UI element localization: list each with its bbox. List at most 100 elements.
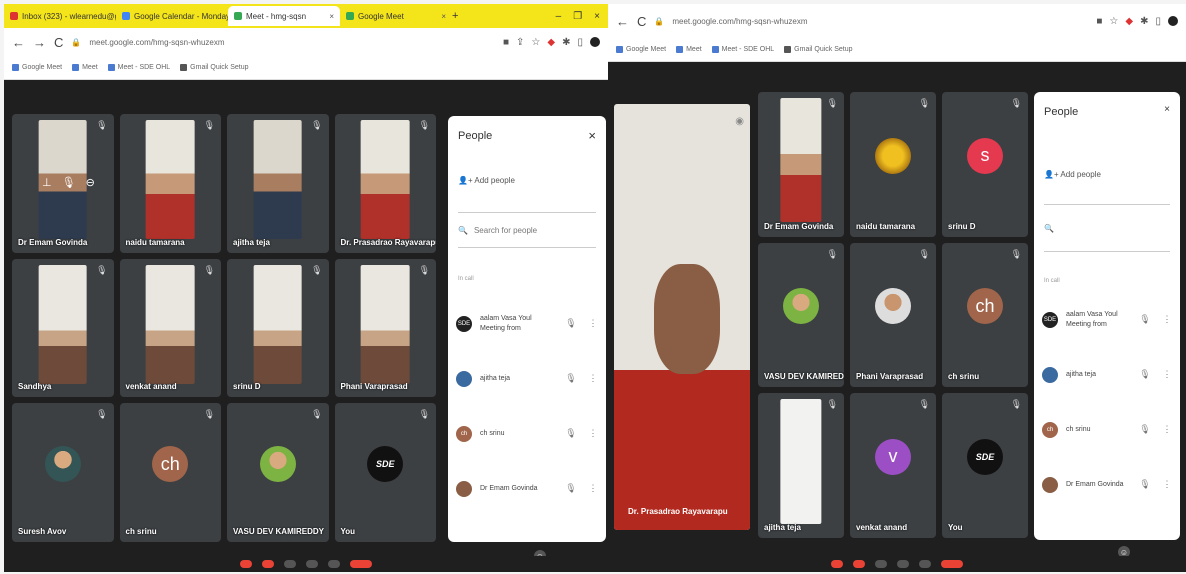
list-item[interactable]: ch ch srinu 🎙 ⋮ (1042, 402, 1174, 457)
tab-meet[interactable]: Meet - hmg-sqsn × (228, 6, 340, 26)
puzzle-icon[interactable]: ✱ (1140, 16, 1148, 27)
tab-calendar[interactable]: Google Calendar - Monday, N× (116, 6, 228, 26)
bookmark[interactable]: Gmail Quick Setup (784, 46, 853, 53)
more-icon[interactable]: ⋮ (586, 483, 600, 494)
participant-tile[interactable]: 🎙 Dr. Prasadrao Rayavarapu (334, 114, 436, 253)
close-window-icon[interactable]: × (594, 11, 600, 22)
mic-off-icon[interactable]: 🎙 (1138, 369, 1152, 380)
more-icon[interactable]: ⋮ (1160, 369, 1174, 380)
more-icon[interactable]: ⋮ (1160, 479, 1174, 490)
list-item[interactable]: SDE aalam Vasa Youl Meeting from 🎙 ⋮ (1042, 292, 1174, 347)
more-icon[interactable]: ⋮ (586, 318, 600, 329)
mic-button[interactable] (831, 560, 843, 568)
list-item[interactable]: ajitha teja 🎙 ⋮ (1042, 347, 1174, 402)
mute-icon[interactable]: 🎙 (62, 176, 76, 189)
close-icon[interactable]: × (1164, 104, 1170, 115)
participant-tile[interactable]: 🎙 srinu D (227, 258, 329, 398)
more-icon[interactable]: ⋮ (586, 373, 600, 384)
captions-button[interactable] (284, 560, 296, 568)
sidebar-icon[interactable]: ▯ (577, 37, 583, 48)
more-icon[interactable]: ⋮ (586, 428, 600, 439)
back-icon[interactable]: ← (12, 35, 25, 50)
participant-tile[interactable]: 🎙 venkat anand (119, 258, 221, 398)
profile-icon[interactable] (1168, 16, 1178, 26)
list-item[interactable]: Dr Emam Govinda 🎙 ⋮ (456, 461, 600, 516)
mic-off-icon[interactable]: 🎙 (564, 428, 578, 439)
participant-tile[interactable]: v 🎙 venkat anand (850, 393, 936, 538)
tab-inbox[interactable]: Inbox (323) - wlearnedu@gmai× (4, 6, 116, 26)
url-field[interactable]: meet.google.com/hmg-sqsn-whuzexm (672, 17, 1088, 26)
bookmark[interactable]: Meet (72, 64, 98, 71)
close-icon[interactable]: × (441, 12, 446, 21)
search-people-input[interactable]: 🔍 (1044, 204, 1170, 252)
list-item[interactable]: ch ch srinu 🎙 ⋮ (456, 406, 600, 461)
present-button[interactable] (306, 560, 318, 568)
tab-google-meet[interactable]: Google Meet × (340, 6, 452, 26)
remove-icon[interactable]: ⊖ (86, 176, 95, 189)
participant-tile[interactable]: s 🎙 srinu D (942, 92, 1028, 237)
participant-tile[interactable]: 🎙 naidu tamarana (119, 114, 221, 253)
captions-button[interactable] (875, 560, 887, 568)
mic-button[interactable] (240, 560, 252, 568)
participant-tile[interactable]: 🎙VASU DEV KAMIREDDY (758, 242, 844, 388)
camera-icon[interactable]: ■ (503, 37, 509, 48)
back-icon[interactable]: ← (616, 14, 629, 29)
participant-tile[interactable]: 🎙 ajitha teja (227, 114, 329, 253)
puzzle-icon[interactable]: ✱ (562, 37, 570, 48)
more-icon[interactable]: ⋮ (1160, 424, 1174, 435)
present-button[interactable] (897, 560, 909, 568)
leave-call-button[interactable] (941, 560, 963, 568)
participant-tile[interactable]: 🎙 naidu tamarana (850, 92, 936, 237)
star-icon[interactable]: ☆ (1109, 16, 1118, 27)
bookmark[interactable]: Google Meet (12, 64, 62, 71)
participant-tile-self[interactable]: SDE 🎙 You (334, 403, 436, 542)
close-icon[interactable]: × (329, 12, 334, 21)
list-item[interactable]: SDE aalam Vasa Youl Meeting from 🎙 ⋮ (456, 296, 600, 351)
sidebar-icon[interactable]: ▯ (1155, 16, 1161, 27)
participant-tile[interactable]: ch 🎙 ch srinu (942, 242, 1028, 388)
bookmark[interactable]: Gmail Quick Setup (180, 64, 249, 71)
list-item[interactable]: ajitha teja 🎙 ⋮ (456, 351, 600, 406)
extension-icon[interactable]: ◆ (547, 37, 555, 48)
camera-icon[interactable]: ■ (1096, 16, 1102, 27)
participant-tile[interactable]: 🎙 Phani Varaprasad (334, 258, 436, 398)
new-tab-icon[interactable]: + (452, 10, 458, 22)
search-people-input[interactable]: 🔍 Search for people (458, 212, 596, 248)
close-icon[interactable]: × (588, 128, 596, 143)
add-people-button[interactable]: 👤+ Add people (458, 176, 515, 185)
url-field[interactable]: meet.google.com/hmg-sqsn-whuzexm (89, 38, 495, 47)
participant-tile[interactable]: 🎙 ⊥ 🎙 ⊖ Dr Emam Govinda (12, 114, 114, 253)
forward-icon[interactable]: → (33, 35, 46, 50)
mic-off-icon[interactable]: 🎙 (1138, 424, 1152, 435)
mic-off-icon[interactable]: 🎙 (1138, 314, 1152, 325)
participant-tile[interactable]: 🎙 Dr Emam Govinda (758, 92, 844, 237)
bookmark[interactable]: Meet - SDE OHL (107, 64, 170, 71)
mic-off-icon[interactable]: 🎙 (564, 318, 578, 329)
participant-tile-self[interactable]: SDE 🎙 You (942, 393, 1028, 538)
bookmark[interactable]: Meet - SDE OHL (711, 46, 774, 53)
featured-speaker-tile[interactable]: ◉ Dr. Prasadrao Rayavarapu (614, 104, 750, 530)
add-people-button[interactable]: 👤+ Add people (1044, 170, 1101, 179)
mic-off-icon[interactable]: 🎙 (564, 483, 578, 494)
participant-tile[interactable]: 🎙 ajitha teja (758, 393, 844, 538)
participant-tile[interactable]: 🎙 Sandhya (12, 258, 114, 398)
maximize-icon[interactable]: ❐ (573, 11, 582, 22)
profile-icon[interactable] (590, 37, 600, 47)
list-item[interactable]: Dr Emam Govinda 🎙 ⋮ (1042, 457, 1174, 512)
bookmark[interactable]: Google Meet (616, 46, 666, 53)
reload-icon[interactable]: C (54, 35, 63, 50)
more-options-button[interactable] (328, 560, 340, 568)
minimize-icon[interactable]: – (556, 11, 562, 22)
more-options-button[interactable] (919, 560, 931, 568)
participant-tile[interactable]: 🎙VASU DEV KAMIREDDY (227, 403, 329, 542)
more-icon[interactable]: ⋮ (1160, 314, 1174, 325)
camera-button[interactable] (262, 560, 274, 568)
star-icon[interactable]: ☆ (531, 37, 540, 48)
leave-call-button[interactable] (350, 560, 372, 568)
mic-off-icon[interactable]: 🎙 (1138, 479, 1152, 490)
reload-icon[interactable]: C (637, 14, 646, 29)
pin-icon[interactable]: ◉ (735, 116, 744, 127)
extension-icon[interactable]: ◆ (1125, 16, 1133, 27)
participant-tile[interactable]: 🎙 Suresh Avov (12, 403, 114, 542)
participant-tile[interactable]: 🎙 Phani Varaprasad (850, 242, 936, 388)
